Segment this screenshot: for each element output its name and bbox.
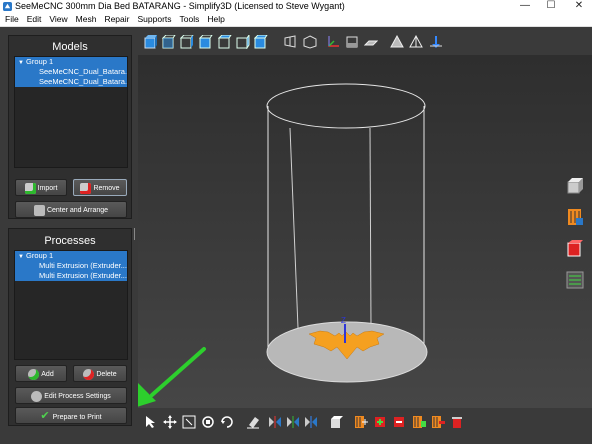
variable-layer-icon[interactable] <box>412 415 426 429</box>
build-plate-icon[interactable] <box>364 35 378 49</box>
prepare-to-print-button[interactable]: ✔ Prepare to Print <box>15 407 127 424</box>
view-toolbar <box>138 27 592 55</box>
processes-panel: Processes ▼ Group 1 Multi Extrusion (Ext… <box>8 228 132 426</box>
cube-layers-icon[interactable] <box>566 177 584 195</box>
center-arrange-icon <box>33 204 45 216</box>
remove-button[interactable]: Remove <box>73 179 127 196</box>
select-cursor-icon[interactable] <box>144 415 158 429</box>
z-axis-label: Z <box>341 316 346 325</box>
side-panel: Models ▼ Group 1 SeeMeCNC_Dual_Batara...… <box>0 27 138 444</box>
annotation-arrow-shaft <box>150 347 206 397</box>
support-cube-icon[interactable] <box>566 240 584 258</box>
delete-gear-icon <box>83 368 95 380</box>
prepare-label: Prepare to Print <box>52 414 102 421</box>
cube-view-icon[interactable] <box>330 415 344 429</box>
scale-icon[interactable] <box>182 415 196 429</box>
add-label: Add <box>41 371 54 378</box>
orthographic-icon[interactable] <box>303 35 317 49</box>
models-title: Models <box>52 41 88 53</box>
add-support-icon[interactable] <box>373 415 387 429</box>
mirror-x-icon[interactable] <box>268 415 282 429</box>
edit-process-settings-button[interactable]: Edit Process Settings <box>15 387 127 404</box>
3d-viewport[interactable]: Z <box>124 55 592 411</box>
menu-tools[interactable]: Tools <box>176 12 204 26</box>
models-group-label: Group 1 <box>26 57 54 66</box>
remove-support-icon[interactable] <box>392 415 406 429</box>
import-label: Import <box>37 185 58 192</box>
menu-view[interactable]: View <box>45 12 71 26</box>
process-item[interactable]: Multi Extrusion (Extruder... <box>15 261 127 271</box>
view-right-cube-icon[interactable] <box>218 35 232 49</box>
wireframe-model-icon[interactable] <box>409 35 423 49</box>
processes-list[interactable]: ▼ Group 1 Multi Extrusion (Extruder... M… <box>14 250 128 360</box>
remove-label: Remove <box>93 185 120 192</box>
view-front-cube-icon[interactable] <box>162 35 176 49</box>
view-back-cube-icon[interactable] <box>180 35 194 49</box>
menu-mesh[interactable]: Mesh <box>72 12 101 26</box>
build-volume-icon[interactable] <box>345 35 359 49</box>
model-item[interactable]: SeeMeCNC_Dual_Batara... <box>15 67 127 77</box>
expand-triangle-icon: ▼ <box>18 254 24 260</box>
maximize-button[interactable]: ☐ <box>538 0 564 12</box>
add-gear-icon <box>28 368 40 380</box>
menu-supports[interactable]: Supports <box>133 12 175 26</box>
mirror-z-icon[interactable] <box>304 415 318 429</box>
machine-control-icon[interactable] <box>566 271 584 289</box>
import-cube-icon <box>24 182 36 194</box>
view-iso-cube-icon[interactable] <box>144 35 158 49</box>
center-arrange-label: Center and Arrange <box>46 207 109 214</box>
models-group-row[interactable]: ▼ Group 1 <box>15 57 127 67</box>
build-volume-scene: Z <box>124 83 428 411</box>
delete-label: Delete <box>96 371 117 378</box>
settings-gear-icon <box>31 390 43 402</box>
add-variable-settings-icon[interactable] <box>354 415 368 429</box>
processes-title: Processes <box>44 235 96 247</box>
home-view-icon[interactable] <box>429 35 443 49</box>
models-panel: Models ▼ Group 1 SeeMeCNC_Dual_Batara...… <box>8 35 132 219</box>
build-volume-edge <box>289 127 299 329</box>
solid-model-icon[interactable] <box>390 35 404 49</box>
trash-icon[interactable] <box>450 415 464 429</box>
axes-icon[interactable] <box>326 35 340 49</box>
model-item[interactable]: SeeMeCNC_Dual_Batara... <box>15 77 127 87</box>
transform-toolbar <box>138 408 592 444</box>
processes-group-row[interactable]: ▼ Group 1 <box>15 251 127 261</box>
rotate-icon[interactable] <box>201 415 215 429</box>
edit-process-label: Edit Process Settings <box>44 393 111 400</box>
simplify3d-logo-icon <box>3 2 12 11</box>
import-button[interactable]: Import <box>15 179 67 196</box>
view-top-cube-icon[interactable] <box>236 35 250 49</box>
menu-file[interactable]: File <box>0 12 23 26</box>
close-button[interactable]: ✕ <box>566 0 592 12</box>
expand-triangle-icon: ▼ <box>18 60 24 66</box>
view-bottom-cube-icon[interactable] <box>254 35 268 49</box>
mirror-y-icon[interactable] <box>286 415 300 429</box>
menu-bar: File Edit View Mesh Repair Supports Tools Help <box>0 12 592 27</box>
menu-edit[interactable]: Edit <box>23 12 46 26</box>
build-volume-edge <box>369 127 372 329</box>
variable-settings-icon[interactable] <box>566 208 584 226</box>
rotate-view-icon[interactable] <box>220 415 234 429</box>
window-title: SeeMeCNC 300mm Dia Bed BATARANG - Simpli… <box>15 1 345 11</box>
checkmark-icon: ✔ <box>40 410 50 422</box>
add-process-button[interactable]: Add <box>15 365 67 382</box>
models-list[interactable]: ▼ Group 1 SeeMeCNC_Dual_Batara... SeeMeC… <box>14 56 128 168</box>
process-item[interactable]: Multi Extrusion (Extruder... <box>15 271 127 281</box>
remove-cube-icon <box>80 182 92 194</box>
view-left-cube-icon[interactable] <box>199 35 213 49</box>
processes-group-label: Group 1 <box>26 251 54 260</box>
menu-repair[interactable]: Repair <box>100 12 133 26</box>
perspective-icon[interactable] <box>283 35 297 49</box>
title-bar: SeeMeCNC 300mm Dia Bed BATARANG - Simpli… <box>0 0 592 12</box>
minimize-button[interactable]: — <box>512 0 538 12</box>
eraser-icon[interactable] <box>246 415 260 429</box>
center-arrange-button[interactable]: Center and Arrange <box>15 201 127 218</box>
menu-help[interactable]: Help <box>203 12 228 26</box>
delete-process-button[interactable]: Delete <box>73 365 127 382</box>
build-volume-top-outline <box>266 83 426 129</box>
remove-variable-icon[interactable] <box>431 415 445 429</box>
move-icon[interactable] <box>163 415 177 429</box>
